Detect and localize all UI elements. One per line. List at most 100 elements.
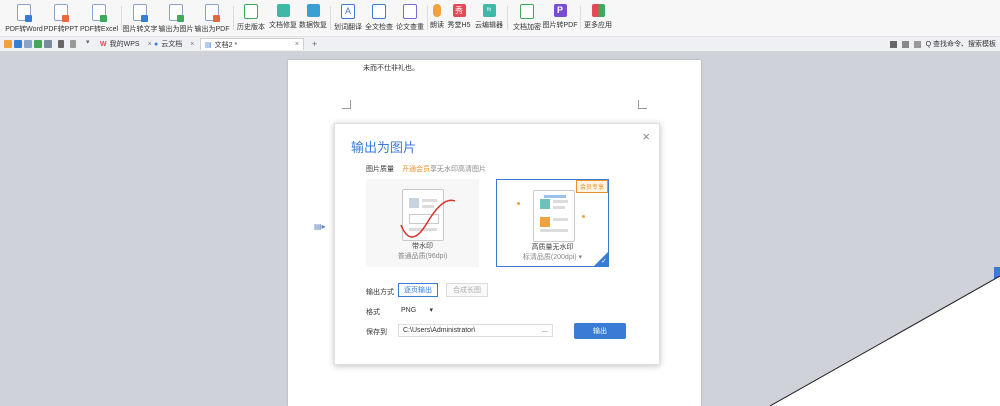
h5-button[interactable]: 秀 秀堂H5 <box>446 2 472 34</box>
option-title: 带水印 <box>412 243 433 250</box>
read-aloud-icon <box>433 4 441 17</box>
format-value: PNG <box>401 306 417 314</box>
check-icon: ✓ <box>601 258 607 265</box>
tab-label: 云文档 <box>161 41 183 48</box>
ribbon-label: 划词翻译 <box>334 24 362 31</box>
margin-corner <box>638 100 647 109</box>
ribbon-label: 云编辑器 <box>475 22 503 29</box>
ribbon-label: 输出为图片 <box>158 26 194 33</box>
settings-icon[interactable] <box>913 40 921 48</box>
export-image-icon <box>169 4 184 22</box>
cloud-icon: ● <box>154 40 159 48</box>
more-apps-icon <box>591 4 605 17</box>
pdf-to-word-button[interactable]: PDF转Word <box>4 2 44 34</box>
divider <box>233 6 234 30</box>
export-pdf-icon <box>205 4 220 22</box>
add-tab-button[interactable]: + <box>308 38 321 50</box>
ribbon-label: 全文检查 <box>365 24 393 31</box>
translate-icon: A <box>341 4 355 19</box>
save-path-input[interactable]: C:\Users\Administrator\ ... <box>398 324 553 337</box>
vip-badge: 会员专享 <box>575 180 608 193</box>
ribbon-label: 朗读 <box>430 22 444 29</box>
redo-icon[interactable] <box>70 40 76 48</box>
preview-icon[interactable] <box>34 40 42 48</box>
paper-check-button[interactable]: 论文查重 <box>395 2 425 34</box>
undo-icon[interactable] <box>58 40 64 48</box>
open-icon[interactable] <box>4 40 12 48</box>
check-icon <box>372 4 386 19</box>
doc-repair-icon <box>276 4 290 17</box>
ribbon-toolbar: PDF转Word PDF转PPT PDF转Excel 图片转文字 输出为图片 输… <box>0 0 1000 37</box>
skin-icon[interactable] <box>889 40 897 48</box>
export-pdf-button[interactable]: 输出为PDF <box>194 2 230 34</box>
tab-my-wps[interactable]: W 我的WPS × <box>96 38 156 50</box>
ribbon-label: 图片转文字 <box>122 26 158 33</box>
export-image-button[interactable]: 输出为图片 <box>158 2 194 34</box>
divider <box>427 6 428 30</box>
data-recovery-button[interactable]: 数据恢复 <box>298 2 328 34</box>
encrypt-button[interactable]: 文档加密 <box>512 2 542 34</box>
ribbon-label: 秀堂H5 <box>447 22 471 29</box>
doc-repair-button[interactable]: 文档修复 <box>268 2 298 34</box>
paper-check-icon <box>403 4 417 19</box>
image-to-text-button[interactable]: 图片转文字 <box>122 2 158 34</box>
browse-button[interactable]: ... <box>542 327 548 334</box>
red-check-annotation <box>400 199 456 238</box>
vip-note: 享无水印高清图片 <box>430 166 486 173</box>
document-body-text[interactable]: 未而不仕非礼也。 <box>363 63 419 73</box>
format-label: 格式 <box>366 309 380 316</box>
tab-label: 我的WPS <box>109 41 140 48</box>
hd-preview-icon <box>533 190 575 242</box>
tab-label: 文档2 * <box>214 41 238 49</box>
h5-icon: 秀 <box>452 4 466 17</box>
mode-long-button[interactable]: 合成长图 <box>446 283 488 297</box>
more-apps-button[interactable]: 更多应用 <box>583 2 613 34</box>
tab-cloud-docs[interactable]: ● 云文档 × <box>150 38 198 50</box>
image-to-pdf-button[interactable]: P 图片转PDF <box>542 2 578 34</box>
format-select[interactable]: PNG ▾ <box>398 304 436 316</box>
history-icon <box>244 4 258 19</box>
wps-logo-icon: W <box>100 40 107 48</box>
format-painter-icon[interactable] <box>44 40 52 48</box>
data-recovery-icon <box>306 4 320 17</box>
ribbon-label: 历史版本 <box>237 24 265 31</box>
export-image-dialog: 输出为图片 × 图片质量 开通会员 享无水印高清图片 带水印 普通品质(96dp… <box>334 123 660 365</box>
save-icon[interactable] <box>14 40 22 48</box>
chevron-down-icon[interactable]: ▾ <box>86 38 94 46</box>
print-icon[interactable] <box>24 40 32 48</box>
close-icon[interactable]: × <box>642 129 650 144</box>
image-to-pdf-icon: P <box>553 4 567 17</box>
search-command-input[interactable]: Q 查找命令、搜索模板 <box>926 39 996 49</box>
cloud-editor-button[interactable]: fit 云编辑器 <box>475 2 503 34</box>
divider <box>330 6 331 30</box>
divider <box>507 6 508 30</box>
paragraph-handle-icon[interactable]: ▤▸ <box>314 222 326 231</box>
share-icon[interactable] <box>901 40 909 48</box>
pdf-to-excel-icon <box>92 4 107 22</box>
save-path-value: C:\Users\Administrator\ <box>403 327 476 334</box>
export-button[interactable]: 输出 <box>574 323 626 339</box>
quality-option-watermark[interactable]: 带水印 普通品质(96dpi) <box>366 179 479 267</box>
ribbon-label: 文档加密 <box>513 24 541 31</box>
page-edge-decoration <box>770 276 1000 406</box>
close-icon[interactable]: × <box>190 41 194 48</box>
translate-button[interactable]: A 划词翻译 <box>333 2 363 34</box>
ribbon-label: 数据恢复 <box>299 22 327 29</box>
close-icon[interactable]: × <box>295 41 299 48</box>
vip-link[interactable]: 开通会员 <box>402 164 430 174</box>
output-mode-label: 输出方式 <box>366 289 394 296</box>
ribbon-label: 输出为PDF <box>194 26 230 33</box>
quality-option-hd[interactable]: 会员专享 高质量无水印 标清品质(200dpi) ▾ ✓ <box>496 179 609 267</box>
mode-single-button[interactable]: 逐页输出 <box>398 283 438 297</box>
encrypt-icon <box>520 4 534 19</box>
pdf-to-excel-button[interactable]: PDF转Excel <box>80 2 118 34</box>
pdf-to-ppt-button[interactable]: PDF转PPT <box>44 2 78 34</box>
tab-document-2[interactable]: ▤ 文档2 * × <box>200 38 304 50</box>
cloud-editor-icon: fit <box>482 4 496 17</box>
dialog-title: 输出为图片 <box>351 140 417 155</box>
history-button[interactable]: 历史版本 <box>236 2 266 34</box>
divider <box>580 6 581 30</box>
read-aloud-button[interactable]: 朗读 <box>430 2 444 34</box>
check-button[interactable]: 全文检查 <box>364 2 394 34</box>
ribbon-label: 图片转PDF <box>542 22 578 29</box>
